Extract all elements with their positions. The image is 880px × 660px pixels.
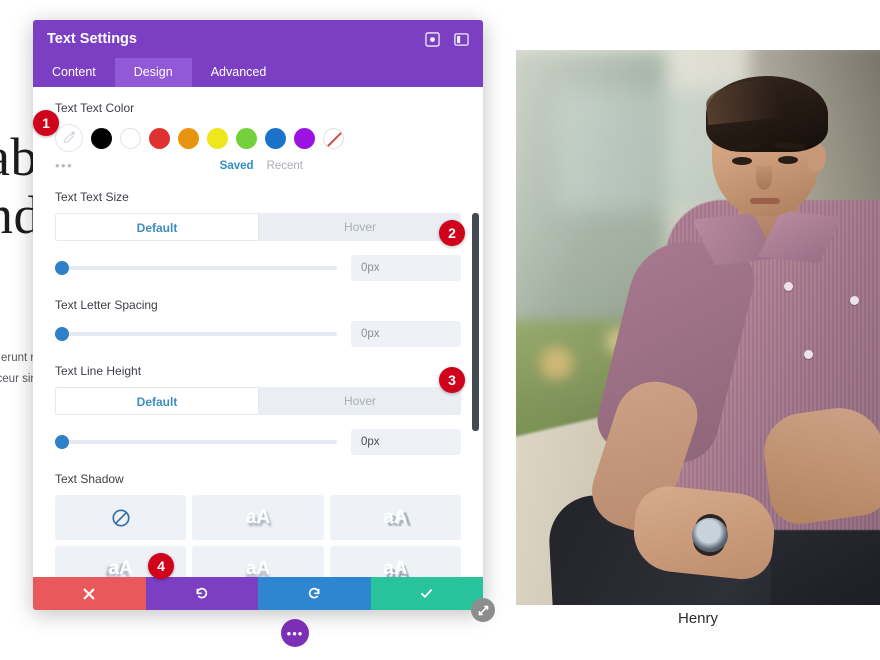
text-size-label: Text Text Size [55,190,129,204]
swatch-yellow[interactable] [207,127,228,149]
text-size-input[interactable]: 0px [351,255,461,281]
text-settings-modal: Text Settings Content Design Advanced Te… [33,20,495,622]
undo-icon [196,587,208,599]
letter-spacing-slider-knob[interactable] [55,327,69,341]
eyedropper-icon[interactable] [55,124,83,152]
swatch-red[interactable] [149,127,170,149]
redo-icon [308,587,320,599]
line-height-slider-knob[interactable] [55,435,69,449]
modal-title: Text Settings [47,31,137,47]
text-color-label: Text Text Color [55,101,135,115]
text-size-default-tab[interactable]: Default [55,213,259,241]
letter-spacing-input[interactable]: 0px [351,321,461,347]
text-size-hover-tab[interactable]: Hover [259,213,461,241]
modal-scrollbar[interactable] [472,213,479,431]
text-color-group: Text Text Color ••• Saved Recent [55,101,461,173]
resize-arrows-icon [478,605,488,615]
text-size-state-toggle: Default Hover [55,213,461,241]
save-button[interactable] [370,577,483,610]
line-height-input[interactable]: 0px [351,429,461,455]
text-size-slider[interactable] [55,261,337,275]
line-height-default-tab[interactable]: Default [55,387,259,415]
color-meta-row: ••• Saved Recent [55,158,461,173]
tab-advanced[interactable]: Advanced [192,58,286,87]
photo-eye-right [778,156,798,164]
close-icon [83,588,95,599]
tab-recent-colors[interactable]: Recent [267,160,303,172]
color-swatch-row [55,124,461,152]
line-height-group: Text Line Height Default Hover 0px [55,364,461,455]
saved-recent-tabs: Saved Recent [220,160,303,172]
text-shadow-options: aA aA aA aA aA [55,495,461,577]
modal-body: Text Text Color ••• Saved Recent Text Te… [33,87,483,577]
letter-spacing-slider-row: 0px [55,321,461,347]
shadow-option-1[interactable]: aA [192,495,324,540]
split-view-icon[interactable] [454,32,469,47]
text-size-slider-knob[interactable] [55,261,69,275]
page-settings-fab[interactable]: ••• [281,619,309,647]
line-height-slider[interactable] [55,435,337,449]
fullscreen-icon[interactable] [425,31,440,47]
no-shadow-icon [112,508,130,527]
text-shadow-label: Text Shadow [55,472,124,486]
tab-design[interactable]: Design [114,58,192,87]
photo-eye-left [732,157,752,165]
line-height-state-toggle: Default Hover [55,387,461,415]
cancel-button[interactable] [33,577,146,610]
line-height-label: Text Line Height [55,364,142,378]
photo-caption: Henry [677,610,718,627]
tab-content[interactable]: Content [33,58,115,87]
photo-mouth [750,198,780,204]
swatch-green[interactable] [236,127,257,149]
text-size-slider-row: 0px [55,255,461,281]
modal-header: Text Settings [33,20,483,58]
checkmark-icon [421,589,433,598]
modal-tabs: Content Design Advanced [33,58,483,87]
letter-spacing-label: Text Letter Spacing [55,298,158,312]
swatch-none[interactable] [323,127,344,149]
shadow-option-2[interactable]: aA [329,495,461,540]
photo-shirt-button [784,282,793,291]
shadow-option-5[interactable]: aA [329,546,461,577]
modal-header-icons [425,31,469,47]
modal-footer [33,577,483,610]
resize-handle[interactable] [471,598,495,622]
swatch-purple[interactable] [294,127,315,149]
photo-card: Henry [516,50,880,627]
text-size-group: Text Text Size Default Hover 0px [55,190,461,281]
letter-spacing-slider[interactable] [55,327,337,341]
swatch-blue[interactable] [265,127,286,149]
more-colors-icon[interactable]: ••• [55,158,73,173]
annotation-badge-3: 3 [439,367,465,393]
annotation-badge-2: 2 [439,220,465,246]
letter-spacing-group: Text Letter Spacing 0px [55,298,461,347]
photo-shirt-button [804,350,813,359]
shadow-option-none[interactable] [55,495,187,540]
photo-pocket-button [850,296,859,305]
swatch-black[interactable] [91,127,112,149]
portrait-photo [516,50,880,605]
swatch-white[interactable] [120,127,141,149]
line-height-hover-tab[interactable]: Hover [259,387,461,415]
swatch-orange[interactable] [178,127,199,149]
photo-nose [756,166,772,190]
redo-button[interactable] [258,577,371,610]
annotation-badge-4: 4 [148,553,174,579]
tab-saved-colors[interactable]: Saved [220,160,254,172]
shadow-option-4[interactable]: aA [192,546,324,577]
text-shadow-group: Text Shadow aA aA aA aA aA [55,472,461,577]
line-height-slider-row: 0px [55,429,461,455]
undo-button[interactable] [145,577,258,610]
annotation-badge-1: 1 [33,110,59,136]
